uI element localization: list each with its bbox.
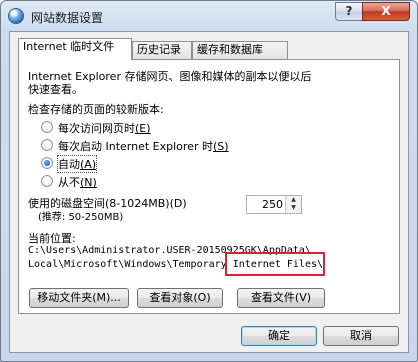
- title-bar[interactable]: 网站数据设置 ? X: [1, 1, 417, 31]
- close-button[interactable]: X: [362, 2, 410, 21]
- radio-every-start[interactable]: [41, 139, 53, 151]
- help-button[interactable]: ?: [335, 2, 363, 21]
- temp-files-panel: Internet Explorer 存储网页、图像和媒体的副本以便以后 快速查看…: [18, 59, 400, 314]
- tab-cache-databases[interactable]: 缓存和数据库: [192, 41, 288, 59]
- tab-temp-files[interactable]: Internet 临时文件: [18, 38, 132, 60]
- radio-every-visit-label[interactable]: 每次访问网页时(E): [58, 120, 151, 136]
- radio-automatic-label[interactable]: 自动(A): [56, 155, 98, 173]
- check-versions-label: 检查存储的页面的较新版本:: [28, 103, 164, 116]
- disk-space-spinner[interactable]: ▲ ▼: [246, 195, 302, 214]
- window-title: 网站数据设置: [31, 11, 104, 25]
- location-label: 当前位置:: [28, 232, 76, 245]
- radio-never-label[interactable]: 从不(N): [58, 174, 97, 190]
- location-path-line2: Local\Microsoft\Windows\Temporary Intern…: [28, 259, 324, 270]
- cancel-button[interactable]: 取消: [323, 326, 399, 346]
- radio-every-start-label[interactable]: 每次启动 Internet Explorer 时(S): [58, 138, 229, 154]
- spin-down-icon[interactable]: ▼: [286, 204, 301, 212]
- spin-up-icon[interactable]: ▲: [286, 196, 301, 204]
- location-path-line1: C:\Users\Administrator.USER-20150925GK\A…: [28, 245, 311, 256]
- dialog-window: 网站数据设置 ? X Internet 临时文件 历史记录 缓存和数据库 Int…: [0, 0, 418, 362]
- view-files-button[interactable]: 查看文件(V): [237, 288, 325, 308]
- radio-every-visit[interactable]: [41, 121, 53, 133]
- radio-never[interactable]: [41, 175, 53, 187]
- radio-automatic[interactable]: [41, 157, 53, 169]
- move-folder-button[interactable]: 移动文件夹(M)...: [29, 288, 129, 308]
- dialog-body: Internet 临时文件 历史记录 缓存和数据库 Internet Explo…: [9, 31, 409, 353]
- spinner-arrows[interactable]: ▲ ▼: [285, 196, 301, 213]
- description-line2: 快速查看。: [28, 83, 83, 96]
- disk-space-recommend: (推荐: 50-250MB): [38, 212, 124, 223]
- ie-globe-icon: [8, 8, 24, 24]
- ok-button[interactable]: 确定: [241, 326, 317, 346]
- disk-space-input[interactable]: [249, 198, 283, 211]
- view-objects-button[interactable]: 查看对象(O): [137, 288, 223, 308]
- tab-history[interactable]: 历史记录: [132, 41, 192, 59]
